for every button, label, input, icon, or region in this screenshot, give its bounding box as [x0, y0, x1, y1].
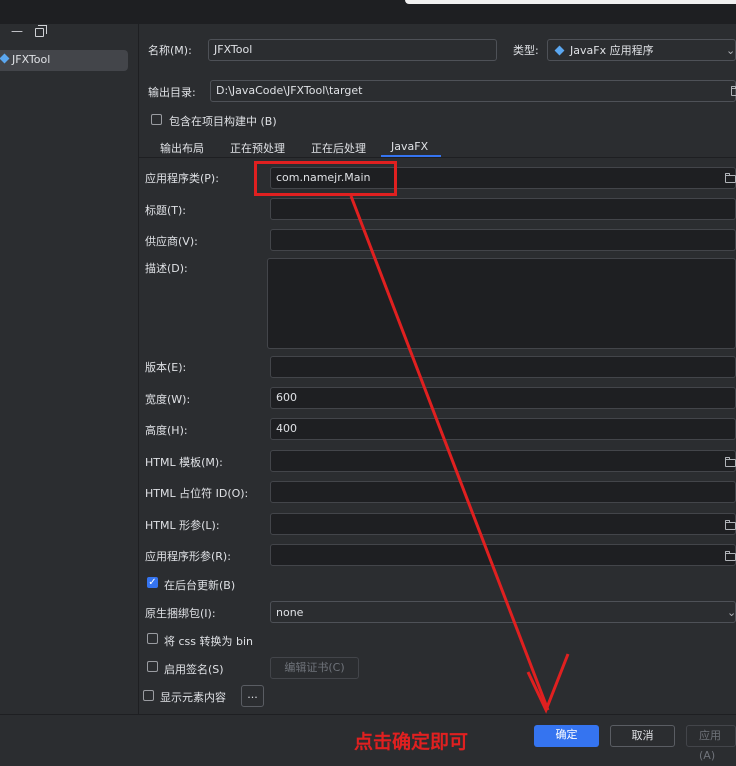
annotation-text: 点击确定即可: [354, 731, 469, 753]
annotation-arrow: [349, 195, 570, 714]
